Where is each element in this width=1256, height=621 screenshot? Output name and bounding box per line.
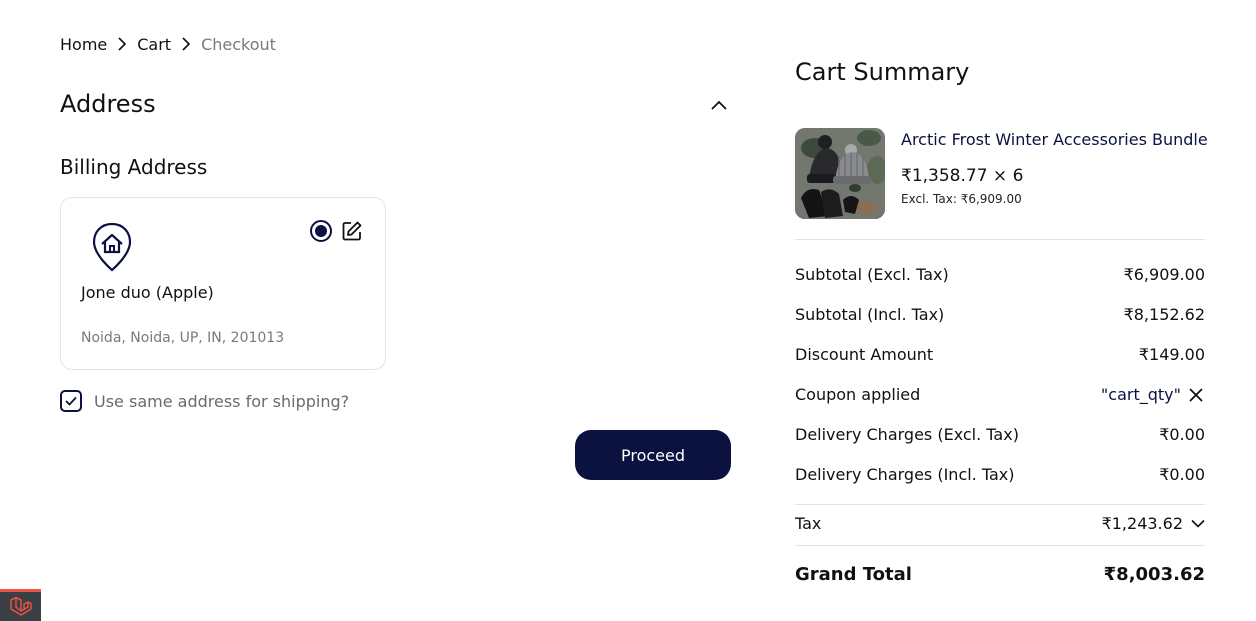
tax-toggle[interactable]: ₹1,243.62 <box>1102 514 1205 533</box>
product-image[interactable] <box>795 128 885 219</box>
grand-total-row: Grand Total ₹8,003.62 <box>795 564 1205 585</box>
subtotal-incl-row: Subtotal (Incl. Tax) ₹8,152.62 <box>795 305 1205 324</box>
summary-divider <box>795 545 1205 546</box>
chevron-right-icon <box>171 34 201 54</box>
address-line: Noida, Noida, UP, IN, 201013 <box>81 330 285 346</box>
same-address-label: Use same address for shipping? <box>94 391 350 411</box>
collapse-address-toggle[interactable] <box>706 94 732 116</box>
laravel-icon <box>9 596 33 618</box>
discount-value: ₹149.00 <box>1138 345 1205 364</box>
address-card[interactable]: Jone duo (Apple) Noida, Noida, UP, IN, 2… <box>60 197 386 370</box>
chevron-up-icon <box>711 100 727 110</box>
summary-divider <box>795 239 1205 240</box>
chevron-down-icon <box>1191 517 1205 531</box>
product-price-quantity: ₹1,358.77 × 6 <box>901 166 1024 186</box>
address-select-radio[interactable] <box>310 220 332 242</box>
coupon-code: "cart_qty" <box>1100 385 1181 404</box>
billing-address-title: Billing Address <box>60 155 208 179</box>
delivery-incl-label: Delivery Charges (Incl. Tax) <box>795 465 1015 484</box>
tax-row: Tax ₹1,243.62 <box>795 514 1205 533</box>
coupon-row: Coupon applied "cart_qty" <box>795 385 1205 404</box>
coupon-value-group: "cart_qty" <box>1101 385 1205 404</box>
grand-total-label: Grand Total <box>795 564 912 585</box>
same-address-checkbox-row[interactable]: Use same address for shipping? <box>60 390 349 412</box>
product-name-link[interactable]: Arctic Frost Winter Accessories Bundle <box>901 130 1208 149</box>
delivery-incl-value: ₹0.00 <box>1159 465 1205 484</box>
grand-total-value: ₹8,003.62 <box>1103 564 1205 585</box>
subtotal-excl-value: ₹6,909.00 <box>1123 265 1205 284</box>
home-pin-icon <box>91 222 133 274</box>
tax-value: ₹1,243.62 <box>1101 514 1183 533</box>
subtotal-excl-label: Subtotal (Excl. Tax) <box>795 265 949 284</box>
subtotal-excl-row: Subtotal (Excl. Tax) ₹6,909.00 <box>795 265 1205 284</box>
address-name: Jone duo (Apple) <box>81 283 214 302</box>
close-icon[interactable] <box>1187 386 1205 404</box>
same-address-checkbox[interactable] <box>60 390 82 412</box>
check-icon <box>65 396 77 406</box>
delivery-incl-row: Delivery Charges (Incl. Tax) ₹0.00 <box>795 465 1205 484</box>
discount-label: Discount Amount <box>795 345 934 364</box>
proceed-button[interactable]: Proceed <box>575 430 731 480</box>
chevron-right-icon <box>107 34 137 54</box>
coupon-label: Coupon applied <box>795 385 921 404</box>
laravel-debug-badge[interactable] <box>0 589 41 621</box>
product-excl-tax: Excl. Tax: ₹6,909.00 <box>901 192 1022 206</box>
subtotal-incl-label: Subtotal (Incl. Tax) <box>795 305 945 324</box>
breadcrumb: Home Cart Checkout <box>60 34 276 54</box>
delivery-excl-label: Delivery Charges (Excl. Tax) <box>795 425 1019 444</box>
radio-selected-dot <box>315 225 327 237</box>
subtotal-incl-value: ₹8,152.62 <box>1123 305 1205 324</box>
delivery-excl-row: Delivery Charges (Excl. Tax) ₹0.00 <box>795 425 1205 444</box>
breadcrumb-home[interactable]: Home <box>60 35 107 54</box>
tax-label: Tax <box>795 514 822 533</box>
discount-row: Discount Amount ₹149.00 <box>795 345 1205 364</box>
summary-divider <box>795 504 1205 505</box>
edit-icon[interactable] <box>341 220 363 242</box>
breadcrumb-cart[interactable]: Cart <box>137 35 171 54</box>
cart-summary-title: Cart Summary <box>795 58 970 86</box>
breadcrumb-checkout: Checkout <box>201 34 276 54</box>
delivery-excl-value: ₹0.00 <box>1159 425 1205 444</box>
address-section-title: Address <box>60 90 156 118</box>
